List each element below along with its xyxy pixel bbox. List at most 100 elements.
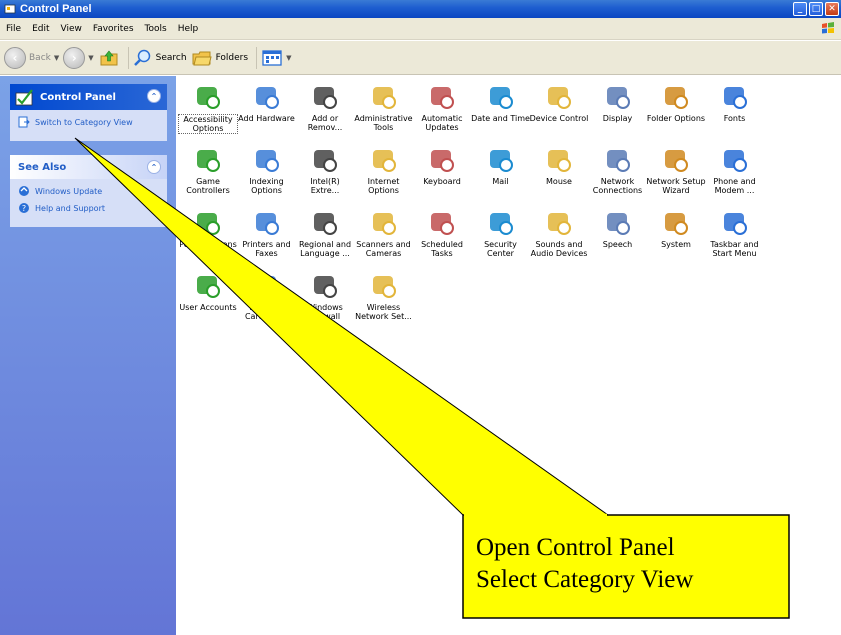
annotation-callout: Open Control Panel Select Category View: [463, 522, 789, 618]
cp-item-label: Add or Remov...: [307, 114, 343, 132]
cp-item-label: Scanners and Cameras: [356, 240, 411, 258]
cp-item[interactable]: Game Controllers: [178, 145, 238, 195]
wireless-network-icon: [372, 276, 396, 298]
cp-item-label: Mail: [492, 177, 509, 186]
cp-item[interactable]: Administrative Tools: [354, 82, 414, 132]
cp-item-label: Regional and Language ...: [298, 240, 352, 258]
cp-item-label: Security Center: [484, 240, 517, 258]
cp-item-label: Folder Options: [646, 114, 706, 123]
menu-edit[interactable]: Edit: [32, 24, 49, 34]
cp-item[interactable]: System: [646, 208, 706, 249]
back-arrow-icon: ‹: [4, 46, 26, 69]
accessibility-icon: [197, 87, 220, 109]
cp-item[interactable]: Indexing Options: [237, 145, 297, 195]
svg-text:?: ?: [22, 204, 26, 213]
cp-item-label: Sounds and Audio Devices: [530, 240, 588, 258]
cp-item[interactable]: Fonts: [705, 82, 765, 123]
menu-view[interactable]: View: [61, 24, 82, 34]
toolbar-divider: [127, 46, 129, 69]
search-button[interactable]: Search: [133, 48, 187, 68]
cp-item-label: Printers and Faxes: [242, 240, 291, 258]
up-folder-button[interactable]: [98, 47, 120, 69]
automatic-updates-icon: [431, 87, 454, 109]
cp-item[interactable]: Internet Options: [354, 145, 414, 195]
cp-item[interactable]: Automatic Updates: [412, 82, 472, 132]
menu-help[interactable]: Help: [178, 24, 199, 34]
cp-item[interactable]: Speech: [588, 208, 648, 249]
cp-item[interactable]: Printers and Faxes: [237, 208, 297, 258]
cp-item[interactable]: Device Control: [529, 82, 589, 123]
folders-label: Folders: [215, 52, 249, 63]
close-button[interactable]: ✕: [825, 2, 839, 16]
cp-item[interactable]: Accessibility Options: [178, 82, 238, 134]
control-panel-pane-header[interactable]: Control Panel ⌃: [10, 84, 167, 110]
cp-item[interactable]: Folder Options: [646, 82, 706, 123]
cp-item[interactable]: Security Center: [471, 208, 531, 258]
cp-item-label: System: [661, 240, 691, 249]
chevron-down-icon: ▼: [53, 53, 60, 62]
cp-item[interactable]: Display: [588, 82, 648, 123]
cp-item[interactable]: Mail: [471, 145, 531, 186]
cp-item[interactable]: Network Setup Wizard: [646, 145, 706, 195]
add-hardware-icon: [255, 87, 279, 109]
search-icon: [133, 49, 150, 66]
cp-item-label: Windows Firewall: [307, 303, 343, 321]
menu-favorites[interactable]: Favorites: [93, 24, 134, 34]
minimize-button[interactable]: _: [793, 2, 807, 16]
cp-item[interactable]: Scheduled Tasks: [412, 208, 472, 258]
toolbar: ‹ Back ▼ › ▼ Search Folders ▼: [0, 41, 841, 75]
up-folder-icon: [100, 50, 118, 65]
cp-item[interactable]: Windows CardSpace: [237, 271, 297, 321]
task-pane: Control Panel ⌃ Switch to Category View …: [0, 76, 176, 635]
windows-update-link[interactable]: Windows Update: [18, 185, 161, 197]
collapse-icon[interactable]: ⌃: [147, 160, 161, 174]
see-also-pane-title: See Also: [18, 161, 67, 173]
menu-tools[interactable]: Tools: [145, 24, 167, 34]
collapse-icon[interactable]: ⌃: [147, 89, 161, 103]
forward-arrow-icon: ›: [63, 46, 86, 69]
back-button[interactable]: ‹ Back ▼: [4, 46, 60, 69]
cp-item[interactable]: Regional and Language ...: [295, 208, 355, 258]
cp-item[interactable]: Sounds and Audio Devices: [529, 208, 589, 258]
cp-item[interactable]: Network Connections: [588, 145, 648, 195]
chevron-down-icon: ▼: [88, 53, 94, 62]
cp-item[interactable]: Date and Time: [471, 82, 531, 123]
cp-item[interactable]: Scanners and Cameras: [354, 208, 414, 258]
help-and-support-link[interactable]: ? Help and Support: [18, 202, 161, 214]
views-button[interactable]: ▼: [261, 48, 291, 68]
windows-update-icon: [19, 186, 29, 196]
cp-item-label: Game Controllers: [186, 177, 230, 195]
cp-item[interactable]: Mouse: [529, 145, 589, 186]
cp-item[interactable]: Add or Remov...: [295, 82, 355, 132]
cp-item[interactable]: Windows Firewall: [295, 271, 355, 321]
cp-item-label: Taskbar and Start Menu: [710, 240, 759, 258]
title-bar[interactable]: Control Panel _ □ ✕: [0, 0, 841, 18]
cp-item-label: Power Options: [179, 240, 237, 249]
cp-item[interactable]: Wireless Network Set...: [354, 271, 414, 321]
display-icon: [606, 87, 630, 109]
cp-item[interactable]: Add Hardware: [237, 82, 297, 123]
cp-item[interactable]: Taskbar and Start Menu: [705, 208, 765, 258]
cp-item-label: Date and Time: [471, 114, 530, 123]
window-title: Control Panel: [20, 3, 92, 15]
folders-button[interactable]: Folders: [191, 48, 249, 68]
forward-button[interactable]: › ▼: [63, 46, 94, 69]
see-also-pane-header[interactable]: See Also ⌃: [10, 155, 167, 179]
menu-file[interactable]: File: [6, 24, 21, 34]
cp-item[interactable]: Intel(R) Extre...: [295, 145, 355, 195]
cp-item[interactable]: User Accounts: [178, 271, 238, 312]
cp-item-label: Display: [602, 114, 633, 123]
maximize-button[interactable]: □: [809, 2, 823, 16]
cp-item-label: Indexing Options: [249, 177, 284, 195]
cp-item-label: Administrative Tools: [354, 114, 413, 132]
network-connections-icon: [606, 150, 630, 172]
cp-item[interactable]: Power Options: [178, 208, 238, 249]
user-accounts-icon: [197, 276, 220, 298]
cp-item[interactable]: Phone and Modem ...: [705, 145, 765, 195]
control-panel-icon: [4, 4, 16, 14]
cp-item-label: Add Hardware: [238, 114, 295, 123]
security-center-icon: [489, 213, 513, 235]
cp-item[interactable]: Keyboard: [412, 145, 472, 186]
internet-options-icon: [372, 150, 396, 172]
switch-to-category-view-link[interactable]: Switch to Category View: [18, 116, 161, 128]
